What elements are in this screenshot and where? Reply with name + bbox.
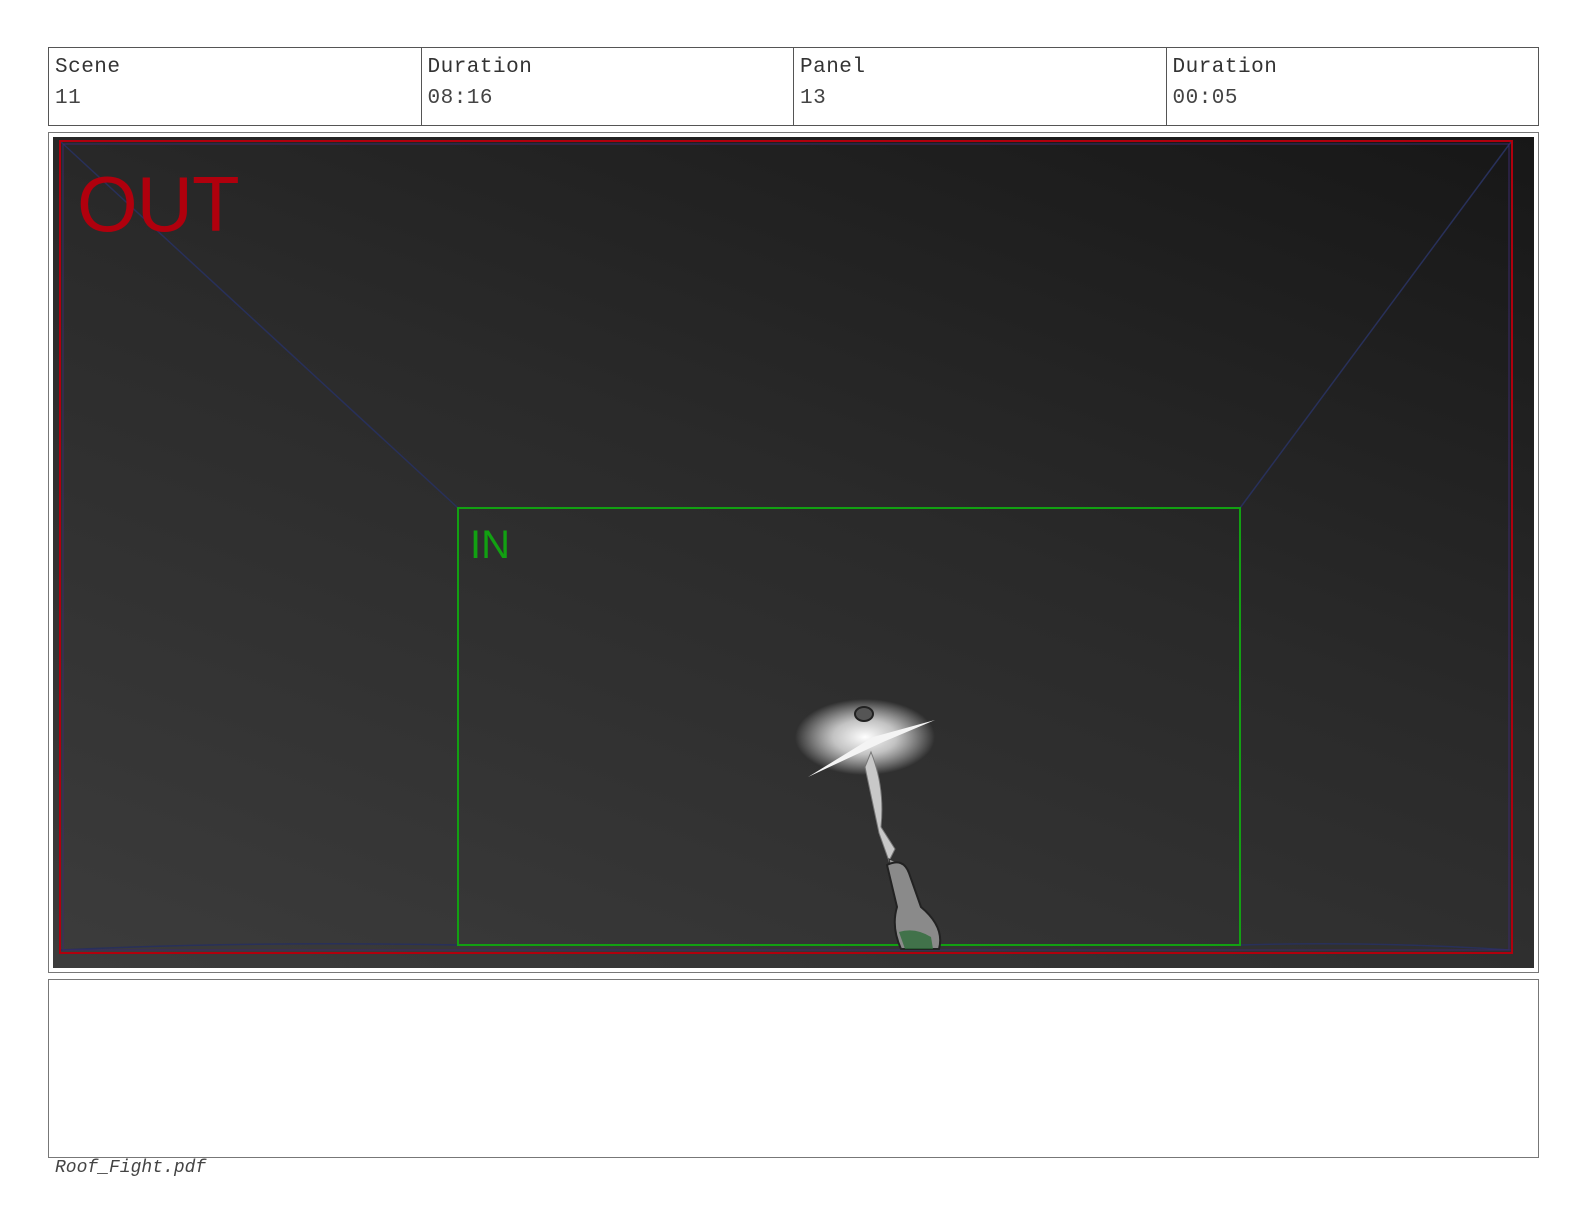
storyboard-frame-border: OUT IN xyxy=(48,132,1539,973)
panel-value: 13 xyxy=(800,87,827,110)
panel-duration-cell: Duration 00:05 xyxy=(1167,48,1539,125)
scene-label: Scene xyxy=(55,56,121,79)
scene-duration-label: Duration xyxy=(427,56,533,79)
storyboard-frame: OUT IN xyxy=(53,137,1534,968)
camera-move-overlay xyxy=(59,140,1513,954)
perspective-line-top-right xyxy=(1239,141,1512,509)
scene-duration-value: 08:16 xyxy=(427,87,494,110)
document-filename: Roof_Fight.pdf xyxy=(55,1158,207,1178)
perspective-line-bottom-left xyxy=(60,943,459,951)
panel-duration-value: 00:05 xyxy=(1172,87,1239,110)
panel-label: Panel xyxy=(800,56,866,79)
panel-notes-box xyxy=(48,979,1539,1158)
out-frame-label: OUT xyxy=(77,160,240,248)
panel-cell: Panel 13 xyxy=(794,48,1167,125)
panel-info-header: Scene 11 Duration 08:16 Panel 13 Duratio… xyxy=(48,47,1539,126)
scene-cell: Scene 11 xyxy=(49,48,422,125)
out-frame-rect xyxy=(59,140,1513,954)
scene-duration-cell: Duration 08:16 xyxy=(422,48,794,125)
in-frame-label: IN xyxy=(470,523,510,567)
scene-value: 11 xyxy=(55,87,82,110)
bullet-shape xyxy=(854,706,874,722)
perspective-line-bottom-right xyxy=(1239,943,1512,951)
panel-notes-text xyxy=(49,980,1538,996)
out-frame-inner-rect xyxy=(62,143,1510,951)
panel-duration-label: Duration xyxy=(1172,56,1278,79)
